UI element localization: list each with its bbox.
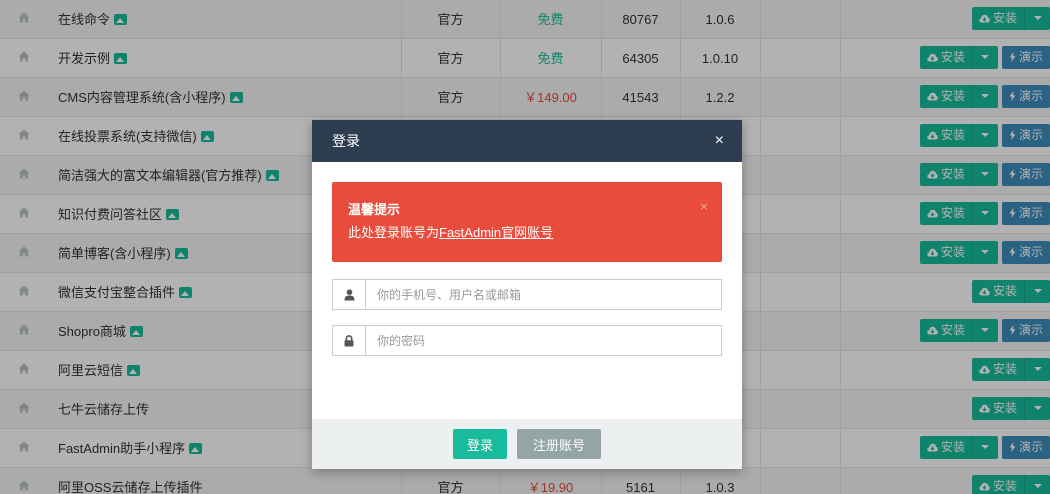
alert-text: 此处登录账号为FastAdmin官网账号 — [348, 223, 706, 243]
modal-body: 温馨提示 此处登录账号为FastAdmin官网账号 × — [312, 162, 742, 419]
login-button[interactable]: 登录 — [452, 429, 507, 459]
password-input-group — [332, 325, 722, 356]
password-input[interactable] — [366, 326, 721, 355]
login-modal: 登录 × 温馨提示 此处登录账号为FastAdmin官网账号 × 登录 注册账号 — [312, 120, 742, 469]
modal-close-icon[interactable]: × — [715, 120, 724, 162]
modal-title: 登录 — [332, 133, 360, 149]
modal-footer: 登录 注册账号 — [312, 419, 742, 469]
username-input-group — [332, 279, 722, 310]
alert-text-prefix: 此处登录账号为 — [348, 225, 440, 240]
register-button[interactable]: 注册账号 — [517, 429, 602, 459]
lock-icon — [333, 326, 366, 355]
username-input[interactable] — [366, 280, 721, 309]
alert-close-icon[interactable]: × — [700, 198, 708, 214]
modal-header: 登录 × — [312, 120, 742, 162]
fastadmin-account-link[interactable]: FastAdmin官网账号 — [439, 225, 553, 240]
notice-alert: 温馨提示 此处登录账号为FastAdmin官网账号 × — [332, 182, 722, 262]
alert-title: 温馨提示 — [348, 202, 401, 217]
user-icon — [333, 280, 366, 309]
